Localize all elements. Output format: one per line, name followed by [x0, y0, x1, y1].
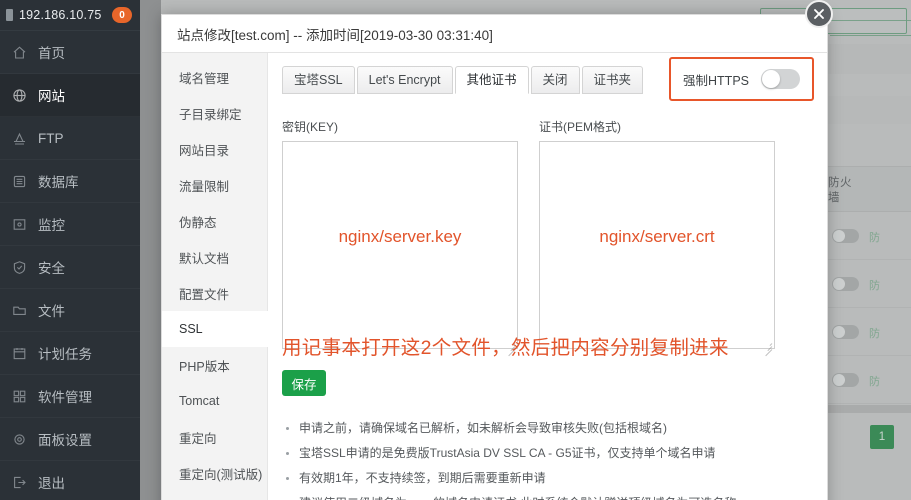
dialog-side-menu: 域名管理子目录绑定网站目录流量限制伪静态默认文档配置文件SSLPHP版本Tomc… [162, 53, 268, 500]
sidebar-item-label: FTP [38, 131, 64, 146]
ssl-note-3: 有效期1年，不支持续签，到期后需要重新申请 [282, 466, 811, 491]
sidebar-item-label: 数据库 [38, 171, 79, 191]
sidebar-item-label: 软件管理 [38, 386, 92, 406]
shield-icon [12, 260, 27, 275]
key-field-label: 密钥(KEY) [282, 118, 518, 135]
app-sidebar: 192.186.10.75 0 首页网站 FTP 数据库监控安全文件计划任务软件管理… [0, 0, 140, 500]
sidebar-item-label: 面板设置 [38, 429, 92, 449]
save-button[interactable]: 保存 [282, 370, 326, 396]
sidebar-item-label: 首页 [38, 42, 65, 62]
ssl-tab-5[interactable]: 证书夹 [582, 66, 644, 94]
ssl-tab-row: 宝塔SSLLet's Encrypt其他证书关闭证书夹 强制HTTPS [282, 66, 811, 94]
dialog-menu-item-1[interactable]: 域名管理 [162, 59, 267, 95]
key-textarea[interactable] [282, 141, 518, 349]
sidebar-item-label: 网站 [38, 85, 65, 105]
certificate-fields: 密钥(KEY) nginx/server.key 证书(PEM格式) nginx… [282, 118, 811, 354]
sidebar-item-1[interactable]: 首页 [0, 31, 140, 74]
database-icon [12, 174, 27, 189]
force-https-label: 强制HTTPS [683, 70, 749, 89]
close-icon [813, 8, 825, 20]
notification-badge[interactable]: 0 [112, 7, 132, 23]
folder-icon [12, 303, 27, 318]
force-https-toggle[interactable] [761, 69, 800, 89]
home-icon [12, 45, 27, 60]
dialog-menu-item-6[interactable]: 默认文档 [162, 239, 267, 275]
ssl-tabs: 宝塔SSLLet's Encrypt其他证书关闭证书夹 [282, 66, 643, 94]
sidebar-item-8[interactable]: 计划任务 [0, 332, 140, 375]
sidebar-header: 192.186.10.75 0 [0, 0, 140, 31]
grid-icon [12, 389, 27, 404]
sidebar-item-label: 监控 [38, 214, 65, 234]
calendar-icon [12, 346, 27, 361]
ssl-notes-list: 申请之前，请确保域名已解析，如未解析会导致审核失败(包括根域名)宝塔SSL申请的… [282, 416, 811, 500]
sidebar-item-4[interactable]: 数据库 [0, 160, 140, 203]
cert-field-label: 证书(PEM格式) [539, 118, 775, 135]
ftp-icon [12, 131, 27, 146]
sidebar-item-label: 退出 [38, 472, 65, 492]
ssl-note-4: 建议使用二级域名为www的域名申请证书,此时系统会默认赠送顶级域名为可选名称 [282, 491, 811, 500]
site-edit-dialog: 站点修改[test.com] -- 添加时间[2019-03-30 03:31:… [161, 14, 828, 500]
sidebar-item-9[interactable]: 软件管理 [0, 375, 140, 418]
ssl-note-2: 宝塔SSL申请的是免费版TrustAsia DV SSL CA - G5证书，仅… [282, 441, 811, 466]
dialog-menu-item-9[interactable]: PHP版本 [162, 347, 267, 383]
dialog-menu-item-2[interactable]: 子目录绑定 [162, 95, 267, 131]
dialog-menu-item-10[interactable]: Tomcat [162, 383, 267, 419]
ssl-note-1: 申请之前，请确保域名已解析，如未解析会导致审核失败(包括根域名) [282, 416, 811, 441]
ssl-tab-2[interactable]: Let's Encrypt [357, 66, 453, 94]
close-dialog-button[interactable] [805, 0, 833, 28]
cert-field-group: 证书(PEM格式) nginx/server.crt [539, 118, 775, 354]
ssl-tab-3[interactable]: 其他证书 [455, 66, 529, 94]
server-ip-label: 192.186.10.75 [19, 8, 106, 22]
dialog-menu-item-4[interactable]: 流量限制 [162, 167, 267, 203]
cert-textarea[interactable] [539, 141, 775, 349]
sidebar-item-5[interactable]: 监控 [0, 203, 140, 246]
force-https-highlight: 强制HTTPS [669, 57, 814, 101]
ssl-tab-4[interactable]: 关闭 [531, 66, 580, 94]
sidebar-item-6[interactable]: 安全 [0, 246, 140, 289]
sidebar-item-label: 安全 [38, 257, 65, 277]
sidebar-item-label: 文件 [38, 300, 65, 320]
dialog-title: 站点修改[test.com] -- 添加时间[2019-03-30 03:31:… [162, 15, 827, 53]
sidebar-item-2[interactable]: 网站 [0, 74, 140, 117]
ssl-tab-1[interactable]: 宝塔SSL [282, 66, 355, 94]
logout-icon [12, 475, 27, 490]
modal-overlay-left-edge [140, 0, 161, 500]
monitor-icon [12, 217, 27, 232]
server-icon [6, 9, 13, 21]
dialog-menu-item-11[interactable]: 重定向 [162, 419, 267, 455]
sidebar-item-11[interactable]: 退出 [0, 461, 140, 500]
dialog-menu-item-12[interactable]: 重定向(测试版) [162, 455, 267, 491]
sidebar-item-label: 计划任务 [38, 343, 92, 363]
globe-icon [12, 88, 27, 103]
gear-icon [12, 432, 27, 447]
sidebar-item-7[interactable]: 文件 [0, 289, 140, 332]
dialog-menu-item-3[interactable]: 网站目录 [162, 131, 267, 167]
dialog-content: 宝塔SSLLet's Encrypt其他证书关闭证书夹 强制HTTPS 密钥(K… [268, 53, 827, 500]
dialog-menu-item-5[interactable]: 伪静态 [162, 203, 267, 239]
key-field-group: 密钥(KEY) nginx/server.key [282, 118, 518, 354]
sidebar-item-10[interactable]: 面板设置 [0, 418, 140, 461]
dialog-menu-item-8[interactable]: SSL [162, 311, 268, 347]
dialog-menu-item-7[interactable]: 配置文件 [162, 275, 267, 311]
sidebar-item-3[interactable]: FTP [0, 117, 140, 160]
